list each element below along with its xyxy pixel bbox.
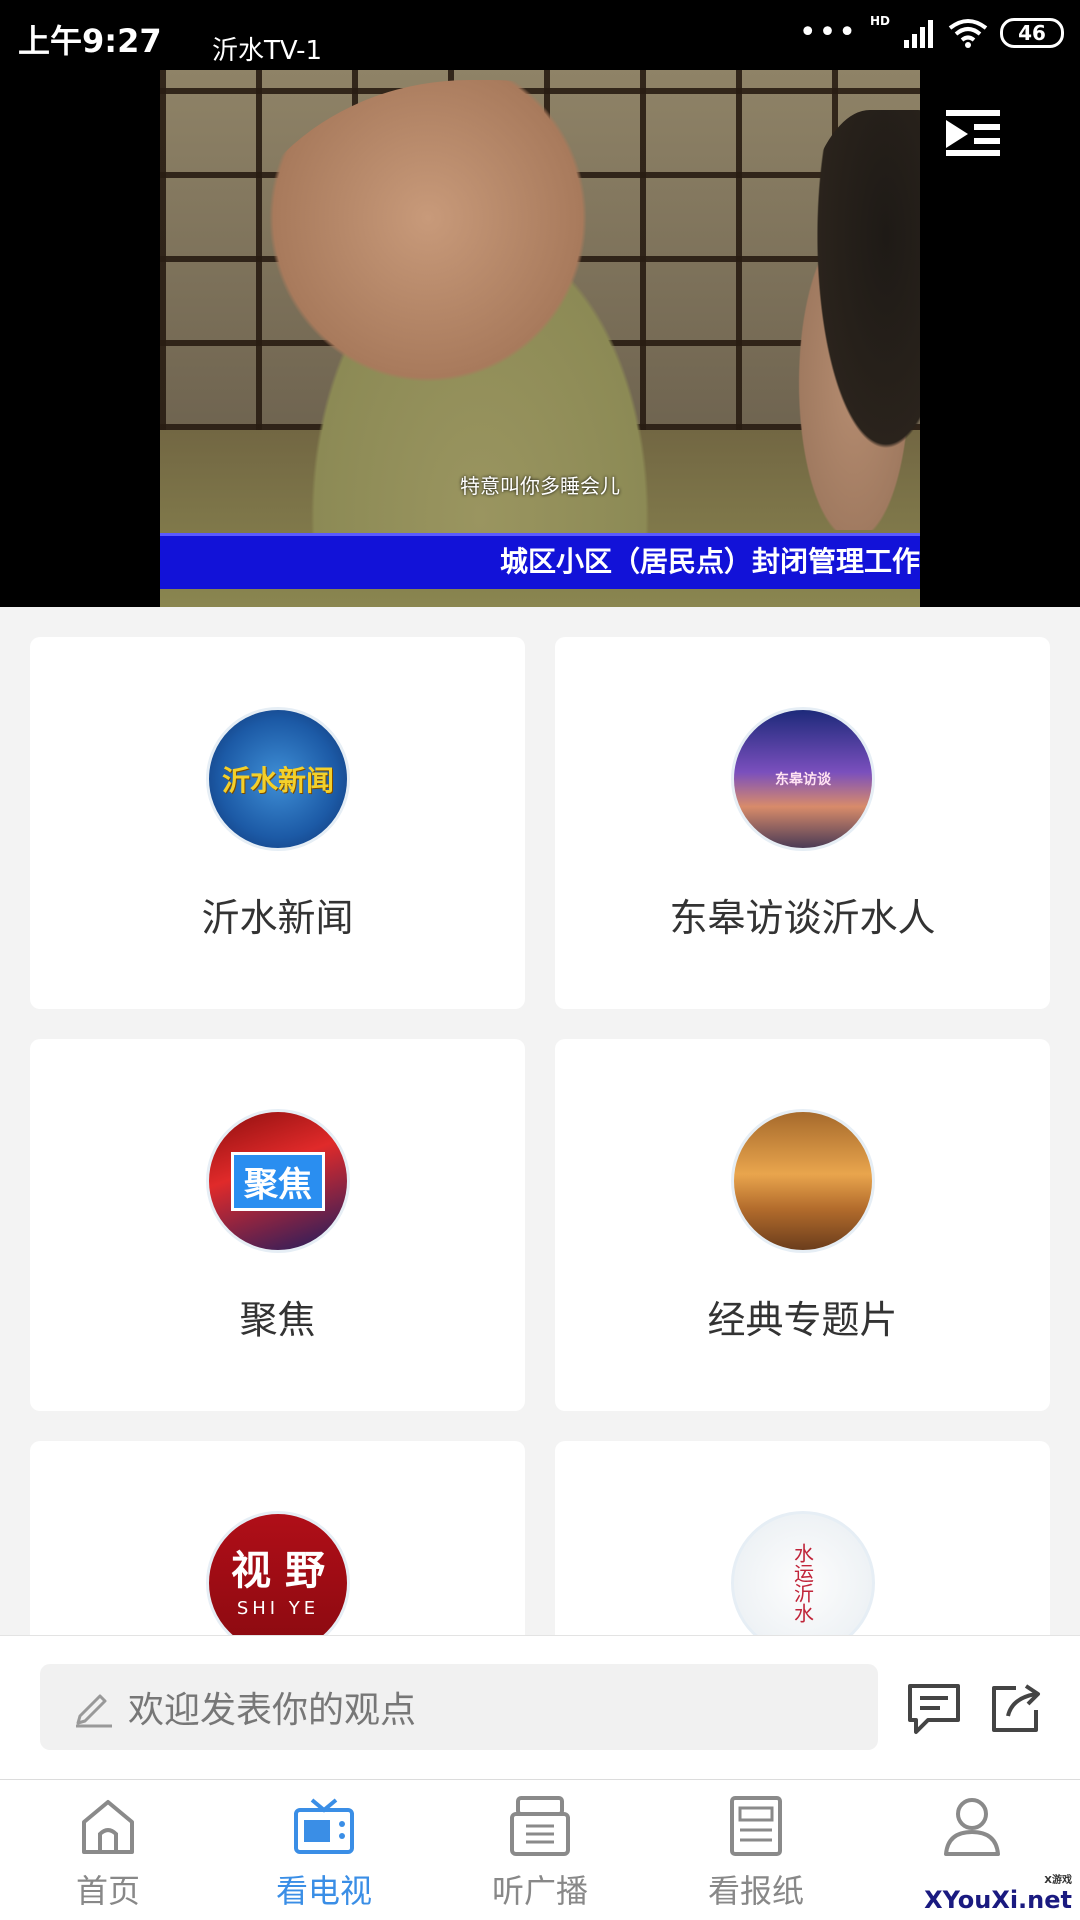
radio-icon xyxy=(510,1796,570,1856)
home-icon xyxy=(82,1800,134,1854)
comments-icon[interactable] xyxy=(904,1680,964,1736)
video-player[interactable]: 特意叫你多睡会儿 城区小区（居民点）封闭管理工作 上午9:27 沂水TV-1 •… xyxy=(0,0,1080,607)
watermark: X游戏 XYouXi.net xyxy=(924,1875,1072,1914)
program-card-donggao-interview[interactable]: 东皋访谈 东皋访谈沂水人 xyxy=(555,637,1050,1009)
comment-placeholder: 欢迎发表你的观点 xyxy=(128,1690,417,1731)
tab-label: 首页 xyxy=(75,1872,140,1910)
comment-input[interactable]: 欢迎发表你的观点 xyxy=(40,1664,878,1750)
pencil-icon xyxy=(76,1694,112,1728)
program-label: 沂水新闻 xyxy=(201,896,354,940)
newspaper-icon xyxy=(730,1796,782,1856)
wifi-icon xyxy=(948,19,988,48)
more-dots-icon: ••• xyxy=(798,15,858,50)
news-ticker: 城区小区（居民点）封闭管理工作 xyxy=(160,533,920,589)
program-card-water[interactable]: 水运沂水 xyxy=(555,1441,1050,1637)
status-indicators: ••• HD 46 xyxy=(798,14,1064,50)
water-program-logo: 水运沂水 xyxy=(731,1511,875,1637)
tab-label: 看报纸 xyxy=(707,1872,804,1910)
program-card-focus[interactable]: 聚焦 聚焦 xyxy=(30,1039,525,1411)
program-label: 经典专题片 xyxy=(707,1298,898,1342)
program-card-shiye[interactable]: 视 野 SHI YE xyxy=(30,1441,525,1637)
hd-badge: HD xyxy=(869,14,890,28)
video-frame[interactable] xyxy=(160,70,920,607)
tv-icon xyxy=(294,1798,354,1854)
signal-icon xyxy=(904,20,933,48)
bottom-tab-bar: 首页 看电视 听广播 看报纸 X游戏 XYouXi.net xyxy=(0,1779,1080,1920)
focus-logo: 聚焦 xyxy=(206,1109,350,1253)
program-card-classic-documentary[interactable]: 经典专题片 xyxy=(555,1039,1050,1411)
program-card-yishui-news[interactable]: 沂水新闻 沂水新闻 xyxy=(30,637,525,1009)
tab-radio[interactable]: 听广播 xyxy=(432,1780,648,1920)
comment-bar: 欢迎发表你的观点 xyxy=(0,1635,1080,1779)
shiye-logo: 视 野 SHI YE xyxy=(206,1511,350,1637)
video-subtitle: 特意叫你多睡会儿 xyxy=(460,474,620,498)
tab-label: 看电视 xyxy=(275,1872,372,1910)
program-label: 聚焦 xyxy=(239,1298,316,1342)
channel-title: 沂水TV-1 xyxy=(212,36,323,66)
tab-tv[interactable]: 看电视 xyxy=(216,1780,432,1920)
status-time: 上午9:27 xyxy=(18,22,162,60)
tab-newspaper[interactable]: 看报纸 xyxy=(648,1780,864,1920)
tab-label: 听广播 xyxy=(491,1872,588,1910)
classic-documentary-logo xyxy=(731,1109,875,1253)
program-label: 东皋访谈沂水人 xyxy=(669,896,936,940)
share-icon[interactable] xyxy=(986,1680,1046,1736)
yishui-news-logo: 沂水新闻 xyxy=(206,707,350,851)
profile-icon xyxy=(944,1798,1000,1856)
battery-indicator: 46 xyxy=(1000,18,1064,48)
playlist-icon[interactable] xyxy=(944,108,1002,156)
donggao-interview-logo: 东皋访谈 xyxy=(731,707,875,851)
program-grid: 沂水新闻 沂水新闻 东皋访谈 东皋访谈沂水人 聚焦 聚焦 经典专题片 视 野 S… xyxy=(30,637,1050,1637)
tab-home[interactable]: 首页 xyxy=(0,1780,216,1920)
